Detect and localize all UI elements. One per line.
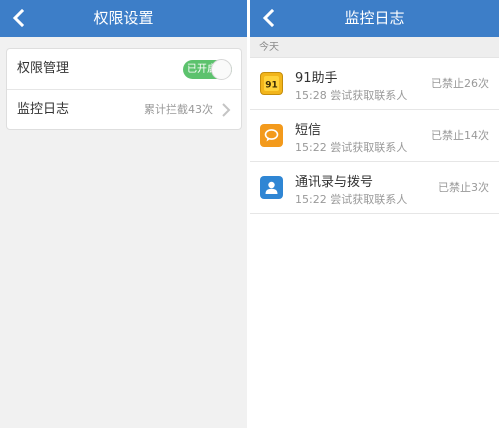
permission-management-label: 权限管理 [17,61,70,76]
page-title: 权限设置 [93,9,154,27]
chevron-left-icon [12,9,24,27]
titlebar: 权限设置 [0,0,247,37]
settings-row-monitor-log[interactable]: 监控日志 累计拦截43次 [7,89,241,129]
page-title: 监控日志 [344,9,405,27]
monitor-log-count: 累计拦截43次 [144,103,213,116]
settings-card: 权限管理 已开启 监控日志 累计拦截43次 [6,48,242,130]
back-button[interactable] [6,4,30,32]
app-name: 通讯录与拨号 [295,175,374,190]
log-item-contacts[interactable]: 通讯录与拨号 15:22 尝试获取联系人 已禁止3次 [250,162,499,214]
app-subtitle: 15:22 尝试获取联系人 [295,193,408,206]
app-name: 91助手 [295,71,338,86]
monitor-log-label: 监控日志 [17,102,70,117]
back-button[interactable] [256,4,280,32]
app-name: 短信 [295,123,322,138]
chevron-left-icon [262,9,274,27]
permission-settings-screen: 权限设置 权限管理 已开启 监控日志 累计拦截43次 [0,0,247,428]
block-count: 已禁止14次 [431,129,489,142]
contacts-icon [260,176,283,199]
titlebar: 监控日志 [250,0,499,37]
monitor-log-screen: 监控日志 今天 91 91助手 15:28 尝试获取联系人 已禁止26次 短信 … [250,0,499,428]
permission-management-toggle[interactable]: 已开启 [183,59,232,80]
section-header-today: 今天 [250,37,499,58]
log-item-91-assistant[interactable]: 91 91助手 15:28 尝试获取联系人 已禁止26次 [250,58,499,110]
log-item-sms[interactable]: 短信 15:22 尝试获取联系人 已禁止14次 [250,110,499,162]
chevron-right-icon [222,103,231,117]
toggle-knob [211,59,232,80]
91-assistant-icon: 91 [260,72,283,95]
sms-icon [260,124,283,147]
block-count: 已禁止3次 [438,181,489,194]
app-subtitle: 15:28 尝试获取联系人 [295,89,408,102]
block-count: 已禁止26次 [431,77,489,90]
svg-text:91: 91 [265,81,278,91]
app-subtitle: 15:22 尝试获取联系人 [295,141,408,154]
settings-row-permission-management: 权限管理 已开启 [7,49,241,89]
